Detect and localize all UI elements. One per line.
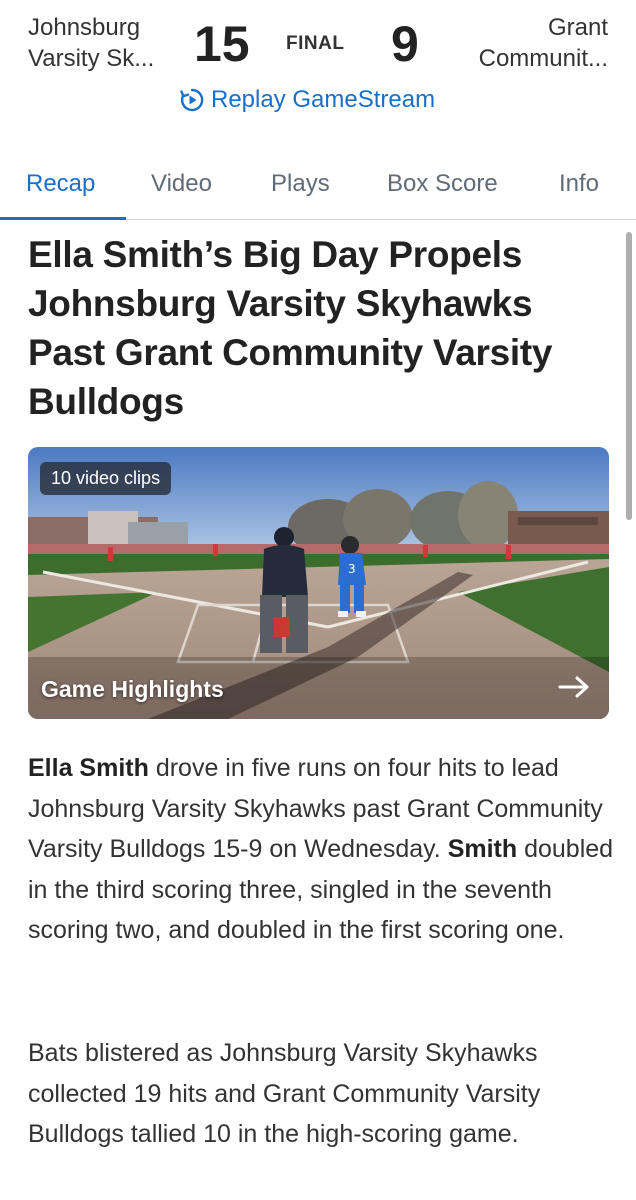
away-team-line1: Grant: [547, 14, 608, 41]
active-tab-indicator: [0, 217, 126, 220]
tab-video[interactable]: Video: [151, 170, 212, 198]
tab-bar: Recap Video Plays Box Score Info: [0, 150, 636, 220]
away-score: 9: [391, 16, 419, 72]
replay-icon: [180, 88, 204, 112]
player-name-bold[interactable]: Ella Smith: [28, 754, 149, 782]
away-team-line2: Communit...: [478, 45, 608, 72]
tab-info[interactable]: Info: [559, 170, 599, 198]
article-paragraph-1: Ella Smith drove in five runs on four hi…: [28, 748, 618, 951]
scoreboard: Johnsburg Varsity Sk... 15 FINAL 9 Grant…: [0, 0, 636, 130]
replay-label: Replay GameStream: [211, 86, 436, 113]
home-score: 15: [194, 16, 250, 72]
home-team-line2: Varsity Sk...: [28, 45, 155, 72]
home-team-name[interactable]: Johnsburg Varsity Sk...: [28, 12, 188, 74]
away-team-name[interactable]: Grant Communit...: [428, 12, 608, 74]
svg-text:3: 3: [348, 562, 356, 576]
arrow-right-icon[interactable]: [557, 675, 591, 699]
game-highlights-video-card[interactable]: 3 10 video clips Game Highlights: [28, 447, 609, 719]
replay-gamestream-link[interactable]: Replay GameStream: [179, 86, 435, 114]
player-surname-bold[interactable]: Smith: [448, 835, 517, 863]
tab-plays[interactable]: Plays: [271, 170, 330, 198]
article-paragraph-2: Bats blistered as Johnsburg Varsity Skyh…: [28, 1039, 541, 1148]
video-title: Game Highlights: [41, 676, 224, 702]
tab-recap[interactable]: Recap: [26, 170, 95, 198]
scrollbar[interactable]: [626, 232, 632, 520]
home-team-line1: Johnsburg: [28, 14, 141, 41]
game-status: FINAL: [286, 33, 345, 54]
tab-box-score[interactable]: Box Score: [387, 170, 498, 198]
video-clips-badge: 10 video clips: [40, 462, 172, 495]
article-headline: Ella Smith’s Big Day Propels Johnsburg V…: [28, 234, 553, 422]
